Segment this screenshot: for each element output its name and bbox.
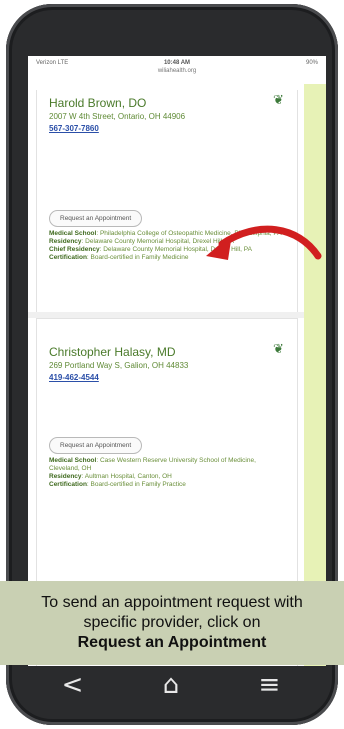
request-appointment-button[interactable]: Request an Appointment [49, 210, 143, 227]
leaf-logo-icon: ❦ [273, 92, 284, 107]
leaf-logo-icon: ❦ [273, 341, 284, 356]
red-arrow-icon [206, 225, 322, 260]
caption-line-emphasis: Request an Appointment [77, 634, 267, 651]
provider-phone-link[interactable]: 567-307-7860 [49, 124, 99, 133]
battery-label: 90% [305, 60, 318, 66]
url-bar[interactable]: wiliahealth.org [28, 68, 326, 80]
menu-icon[interactable]: ≡ [259, 670, 281, 700]
caption-line: To send an appointment request with [41, 594, 303, 611]
phone-nav-bar: < ⌂ ≡ [22, 665, 320, 705]
provider-phone-link[interactable]: 419-462-4544 [49, 373, 99, 382]
provider-address: 269 Portland Way S, Galion, OH 44833 [49, 361, 189, 370]
back-chevron-icon[interactable]: < [62, 670, 84, 700]
request-appointment-button[interactable]: Request an Appointment [49, 437, 143, 454]
provider-name: Christopher Halasy, MD [49, 345, 176, 359]
side-accent-strip [304, 84, 326, 666]
provider-address: 2007 W 4th Street, Ontario, OH 44906 [49, 112, 186, 121]
phone-screen: Verizon LTE 10:48 AM 90% wiliahealth.org… [28, 56, 326, 666]
clock: 10:48 AM [163, 60, 191, 66]
provider-details: Medical School: Case Western Reserve Uni… [49, 457, 285, 489]
provider-name: Harold Brown, DO [49, 96, 147, 110]
caption-line: specific provider, click on [83, 614, 261, 631]
detail-line: Medical School: Case Western Reserve Uni… [49, 457, 256, 472]
detail-line: Certification: Board-certified in Family… [49, 481, 186, 488]
home-icon[interactable]: ⌂ [163, 670, 180, 700]
detail-line: Residency: Aultman Hospital, Canton, OH [49, 473, 172, 480]
instruction-caption: To send an appointment request with spec… [0, 581, 344, 665]
